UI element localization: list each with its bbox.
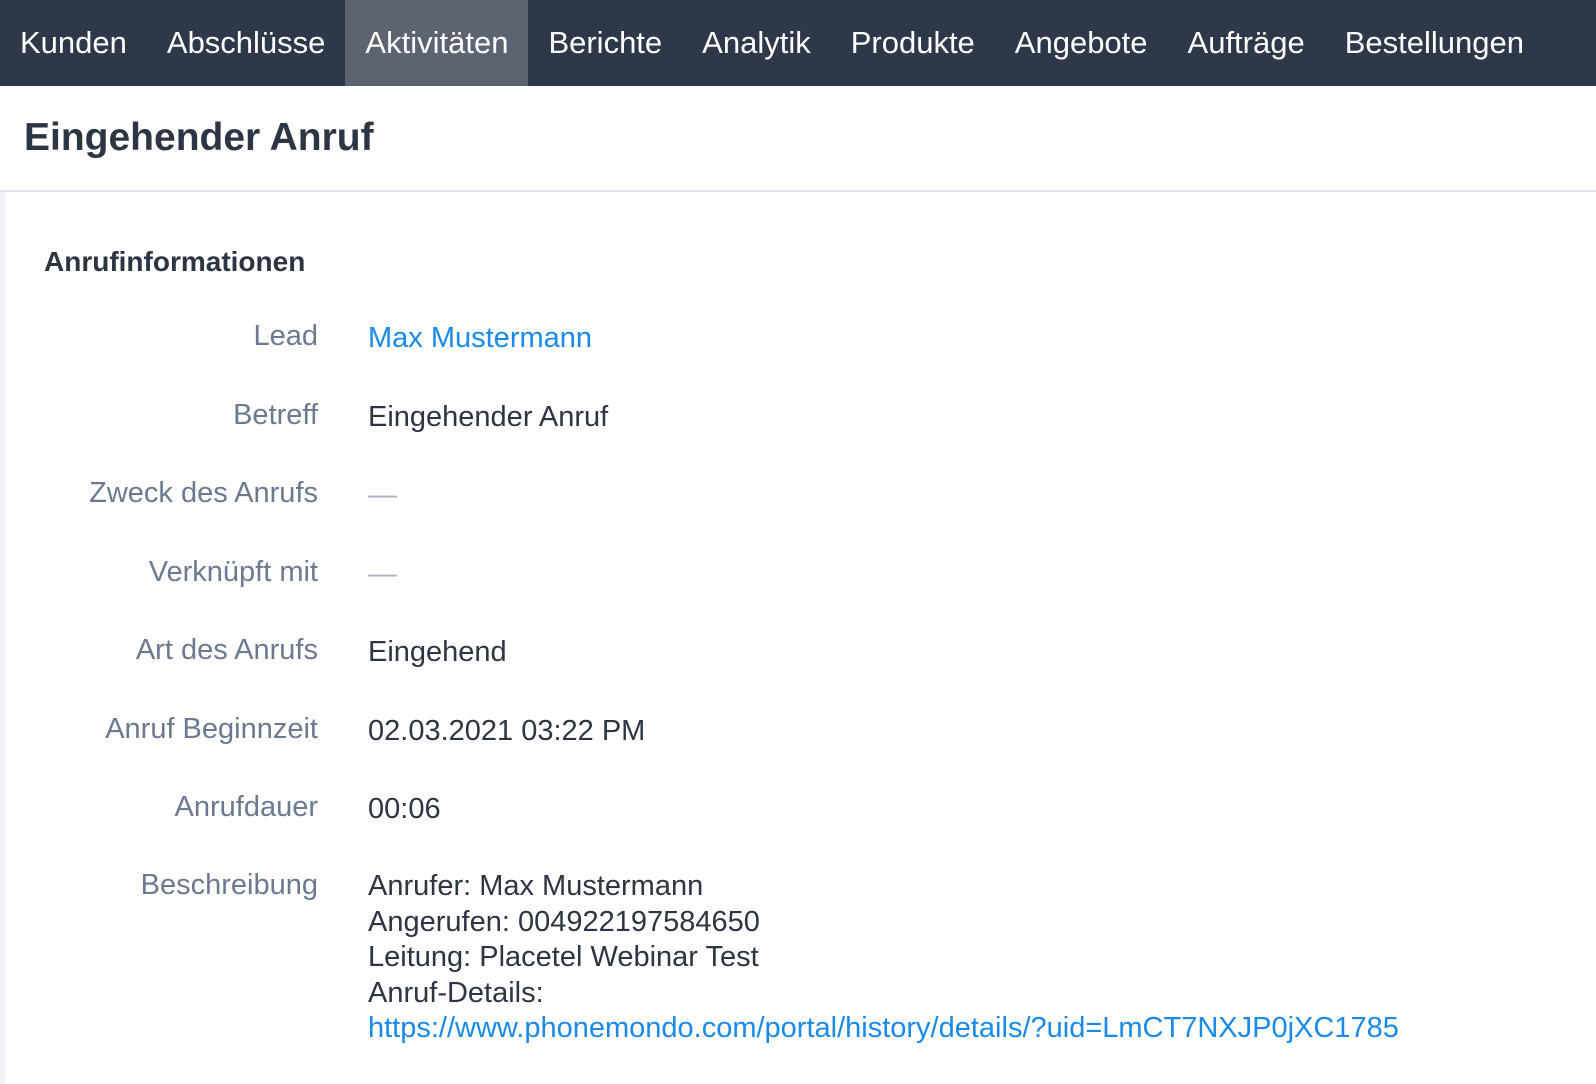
field-value-verknuepft: — bbox=[368, 558, 397, 590]
description-line: Anruf-Details: bbox=[368, 976, 544, 1009]
page-header: Eingehender Anruf bbox=[0, 86, 1596, 192]
field-value-art: Eingehend bbox=[368, 636, 507, 668]
nav-item-analytik[interactable]: Analytik bbox=[682, 0, 831, 86]
page-title: Eingehender Anruf bbox=[24, 116, 374, 159]
nav-item-abschluesse[interactable]: Abschlüsse bbox=[147, 0, 346, 86]
description-line: Angerufen: 004922197584650 bbox=[368, 905, 760, 938]
field-label-beginn: Anruf Beginnzeit bbox=[105, 713, 318, 745]
section-title: Anrufinformationen bbox=[44, 246, 306, 277]
description-line: Anrufer: Max Mustermann bbox=[368, 870, 704, 902]
record-details: Anrufinformationen Lead Max Mustermann B… bbox=[0, 192, 1596, 1084]
field-label-verknuepft: Verknüpft mit bbox=[148, 556, 318, 588]
field-value-beginn: 02.03.2021 03:22 PM bbox=[368, 715, 646, 747]
call-details-link[interactable]: https://www.phonemondo.com/portal/histor… bbox=[368, 1011, 1399, 1047]
field-label-betreff: Betreff bbox=[233, 399, 318, 431]
field-value-beschreibung: Anrufer: Max Mustermann Angerufen: 00492… bbox=[368, 869, 1399, 1047]
nav-item-produkte[interactable]: Produkte bbox=[831, 0, 995, 86]
nav-item-auftraege[interactable]: Aufträge bbox=[1168, 0, 1325, 86]
nav-item-kunden[interactable]: Kunden bbox=[0, 0, 147, 86]
field-label-art: Art des Anrufs bbox=[135, 634, 318, 666]
lead-link[interactable]: Max Mustermann bbox=[368, 320, 592, 356]
nav-item-bestellungen[interactable]: Bestellungen bbox=[1325, 0, 1544, 86]
field-label-beschreibung: Beschreibung bbox=[140, 869, 318, 901]
field-label-dauer: Anrufdauer bbox=[174, 791, 319, 823]
top-navigation: Kunden Abschlüsse Aktivitäten Berichte A… bbox=[0, 0, 1596, 86]
field-label-zweck: Zweck des Anrufs bbox=[89, 477, 318, 509]
field-value-dauer: 00:06 bbox=[368, 793, 441, 825]
description-line: Leitung: Placetel Webinar Test bbox=[368, 941, 759, 973]
field-value-betreff: Eingehender Anruf bbox=[368, 401, 609, 433]
nav-item-aktivitaeten[interactable]: Aktivitäten bbox=[345, 0, 529, 86]
nav-item-angebote[interactable]: Angebote bbox=[995, 0, 1168, 86]
field-value-zweck: — bbox=[368, 479, 397, 511]
field-label-lead: Lead bbox=[253, 320, 318, 352]
nav-item-berichte[interactable]: Berichte bbox=[528, 0, 682, 86]
